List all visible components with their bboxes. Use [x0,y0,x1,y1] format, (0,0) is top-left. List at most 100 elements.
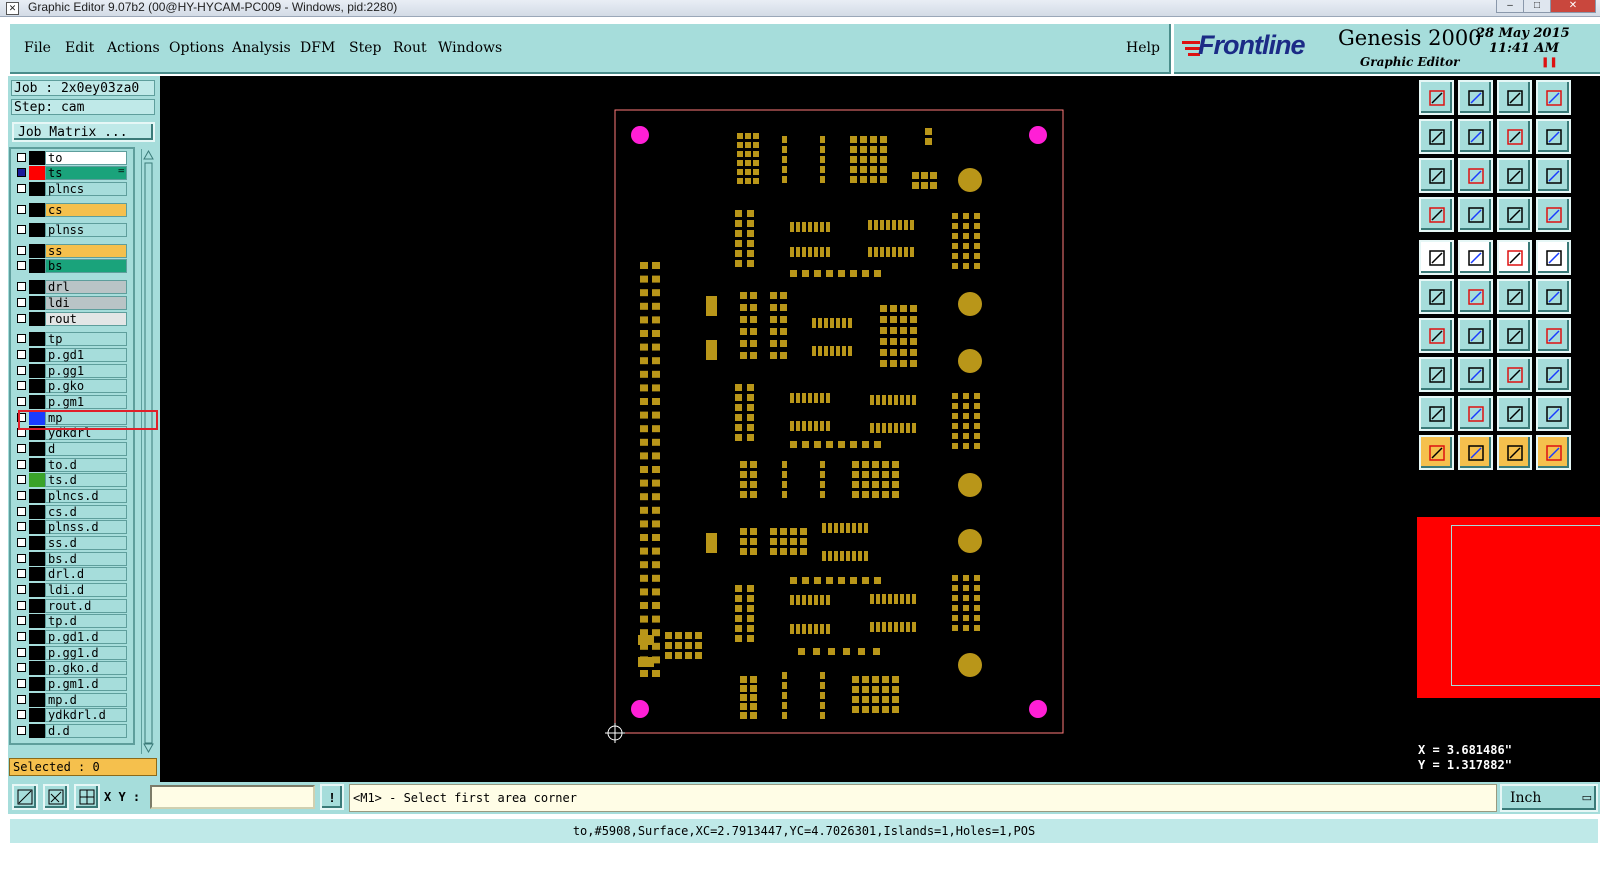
align-button[interactable] [1536,318,1571,353]
alert-button[interactable]: ! [320,784,344,810]
layer-color-swatch[interactable] [29,395,45,409]
menu-edit[interactable]: Edit [65,40,94,56]
help-button[interactable] [1536,158,1571,193]
layer-checkbox[interactable] [17,381,26,390]
snap-mode-button[interactable] [12,784,38,810]
layer-row[interactable]: drl [15,280,133,295]
layer-color-swatch[interactable] [29,348,45,362]
draw-line-button[interactable] [1419,318,1454,353]
layer-checkbox[interactable] [17,246,26,255]
layer-list-scrollbar[interactable] [141,149,155,754]
layer-name-plnss-d[interactable]: plnss.d [45,520,127,534]
layer-row[interactable]: ts.d [15,473,133,488]
layer-row[interactable]: bs.d [15,552,133,567]
line-button[interactable] [1458,240,1493,275]
layer-name-rout[interactable]: rout [45,312,127,326]
layer-name-p-gd1-d[interactable]: p.gd1.d [45,630,127,644]
layer-checkbox[interactable] [17,569,26,578]
node-button[interactable] [1536,279,1571,314]
job-matrix-button[interactable]: Job Matrix ... [12,122,155,142]
layer-color-swatch[interactable] [29,583,45,597]
zoom-window-button[interactable] [1536,119,1571,154]
layer-color-swatch[interactable] [29,259,45,273]
letter-a-button[interactable] [1497,396,1532,431]
layer-color-swatch[interactable] [29,223,45,237]
layer-name-ss[interactable]: ss [45,244,127,258]
menu-windows[interactable]: Windows [438,40,502,56]
layer-name-drl-d[interactable]: drl.d [45,567,127,581]
layer-color-swatch[interactable] [29,708,45,722]
scale-1-2-button[interactable] [1497,158,1532,193]
layer-name-cs-d[interactable]: cs.d [45,505,127,519]
layer-checkbox[interactable] [17,522,26,531]
layer-checkbox[interactable] [17,184,26,193]
layer-color-swatch[interactable] [29,677,45,691]
layers-button[interactable] [1536,197,1571,232]
layer-name-d-d[interactable]: d.d [45,724,127,738]
menu-analysis[interactable]: Analysis [232,40,291,56]
layer-row[interactable]: ss [15,244,133,259]
layer-color-swatch[interactable] [29,724,45,738]
layer-checkbox[interactable] [17,460,26,469]
layer-checkbox[interactable] [17,663,26,672]
triangle-button[interactable] [1419,396,1454,431]
layer-name-p-gko-d[interactable]: p.gko.d [45,661,127,675]
layer-checkbox[interactable] [17,298,26,307]
overview-viewport[interactable] [1451,525,1600,686]
split-window-button[interactable] [1536,80,1571,115]
layer-name-p-gm1-d[interactable]: p.gm1.d [45,677,127,691]
layer-checkbox[interactable] [17,726,26,735]
layer-row[interactable]: p.gko.d [15,661,133,676]
layer-checkbox[interactable] [17,225,26,234]
grid-toggle-button[interactable] [1458,197,1493,232]
connect-button[interactable] [1419,279,1454,314]
rotate-button[interactable] [1497,119,1532,154]
layer-checkbox[interactable] [17,616,26,625]
copy-button[interactable] [1536,357,1571,392]
layer-name-ts-d[interactable]: ts.d [45,473,127,487]
menu-dfm[interactable]: DFM [300,40,335,56]
units-selector[interactable]: Inch ▭ [1500,784,1598,812]
home-button[interactable] [1497,80,1532,115]
layer-checkbox[interactable] [17,261,26,270]
layer-row[interactable]: d [15,442,133,457]
layer-color-swatch[interactable] [29,332,45,346]
layer-row[interactable]: rout.d [15,599,133,614]
layer-name-p-gko[interactable]: p.gko [45,379,127,393]
menu-rout[interactable]: Rout [393,40,427,56]
layer-color-swatch[interactable] [29,599,45,613]
text-button[interactable] [1458,396,1493,431]
layer-row[interactable]: mp.d [15,693,133,708]
layer-checkbox[interactable] [17,282,26,291]
layer-color-swatch[interactable] [29,567,45,581]
layer-color-swatch[interactable] [29,280,45,294]
layer-checkbox[interactable] [17,397,26,406]
layer-color-swatch[interactable] [29,489,45,503]
layer-name-p-gg1-d[interactable]: p.gg1.d [45,646,127,660]
layer-checkbox[interactable] [17,585,26,594]
letter-a2-button[interactable] [1536,396,1571,431]
fit-button[interactable] [1419,158,1454,193]
layer-row[interactable]: ldi.d [15,583,133,598]
layer-name-to-d[interactable]: to.d [45,458,127,472]
layer-row[interactable]: p.gd1.d [15,630,133,645]
layer-checkbox[interactable] [17,168,26,177]
layer-row[interactable]: ts = [15,166,133,181]
draw-dash-button[interactable] [1458,318,1493,353]
layer-row[interactable]: ldi [15,296,133,311]
layer-checkbox[interactable] [17,366,26,375]
layer-color-swatch[interactable] [29,379,45,393]
layer-name-bs-d[interactable]: bs.d [45,552,127,566]
layer-checkbox[interactable] [17,334,26,343]
cross-button[interactable] [1458,279,1493,314]
layer-name-d[interactable]: d [45,442,127,456]
layer-row[interactable]: plncs [15,182,133,197]
layer-checkbox[interactable] [17,444,26,453]
layer-color-swatch[interactable] [29,661,45,675]
layer-color-swatch[interactable] [29,536,45,550]
layer-name-to[interactable]: to [45,151,127,165]
layer-color-swatch[interactable] [29,312,45,326]
layer-checkbox[interactable] [17,710,26,719]
layer-name-rout-d[interactable]: rout.d [45,599,127,613]
layer-name-p-gd1[interactable]: p.gd1 [45,348,127,362]
